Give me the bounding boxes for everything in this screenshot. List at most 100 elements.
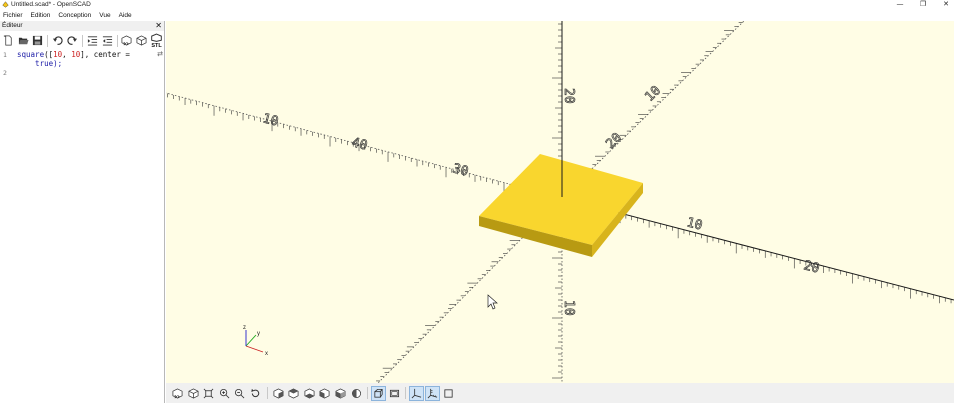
view-toolbar bbox=[166, 383, 954, 403]
word-wrap-icon: ⇄ bbox=[157, 50, 163, 58]
editor-header: Éditeur ✕ bbox=[0, 21, 164, 31]
perspective-button[interactable] bbox=[371, 385, 387, 401]
line-number: 2 bbox=[3, 69, 7, 77]
view-back-button[interactable] bbox=[349, 386, 364, 401]
square-object[interactable] bbox=[479, 154, 643, 257]
minimize-button[interactable]: — bbox=[889, 0, 911, 10]
render-button[interactable] bbox=[134, 33, 149, 48]
render-icon bbox=[188, 388, 199, 398]
render-button[interactable] bbox=[186, 386, 201, 401]
show-axes-icon bbox=[411, 388, 422, 398]
save-icon bbox=[33, 35, 43, 46]
show-scale-markers-button[interactable] bbox=[424, 385, 440, 401]
preview-button[interactable] bbox=[120, 33, 135, 48]
menu-design[interactable]: Conception bbox=[54, 10, 95, 21]
export-stl-button[interactable]: STL bbox=[149, 32, 164, 49]
view-left-icon bbox=[319, 388, 330, 398]
code-punct: ([ bbox=[44, 50, 54, 59]
line-number: 1 bbox=[3, 51, 7, 59]
editor-toolbar: STL bbox=[0, 32, 164, 49]
code-punct: ], center = bbox=[80, 50, 130, 59]
unindent-button[interactable] bbox=[100, 33, 115, 48]
redo-button[interactable] bbox=[65, 33, 80, 48]
scale-label: 20 bbox=[561, 88, 576, 104]
orthogonal-button[interactable] bbox=[387, 386, 402, 401]
open-file-button[interactable] bbox=[16, 33, 31, 48]
orthogonal-icon bbox=[389, 389, 399, 397]
view-front-button[interactable] bbox=[333, 386, 348, 401]
zoom-in-icon bbox=[219, 388, 230, 398]
scale-label: 20 bbox=[603, 130, 625, 152]
new-file-button[interactable] bbox=[1, 33, 16, 48]
window-title: Untitled.scad* - OpenSCAD bbox=[11, 1, 91, 8]
zoom-in-button[interactable] bbox=[217, 386, 232, 401]
show-edges-icon bbox=[443, 388, 453, 398]
code-editor[interactable]: 1 2 square([10, 10], center = true); ⇄ bbox=[0, 50, 164, 403]
preview-button[interactable] bbox=[170, 386, 185, 401]
view-right-icon bbox=[273, 388, 284, 398]
view-bottom-icon bbox=[304, 388, 315, 398]
view-bottom-button[interactable] bbox=[302, 386, 317, 401]
toolbar-separator bbox=[116, 34, 118, 47]
view-front-icon bbox=[335, 388, 346, 398]
render-icon bbox=[136, 35, 147, 46]
show-scale-markers-icon bbox=[427, 388, 438, 398]
reset-view-icon bbox=[251, 388, 260, 397]
view-right-button[interactable] bbox=[271, 386, 286, 401]
code-keyword: true); bbox=[17, 59, 63, 68]
preview-icon bbox=[172, 388, 183, 398]
new-file-icon bbox=[3, 35, 12, 46]
indent-button[interactable] bbox=[85, 33, 100, 48]
gizmo-y-label: y bbox=[257, 331, 260, 337]
redo-icon bbox=[67, 36, 78, 45]
editor-panel: Éditeur ✕ STL 1 2 square([10, 10], cente… bbox=[0, 21, 165, 403]
view-back-icon bbox=[351, 388, 361, 398]
gizmo-y-line bbox=[245, 334, 257, 347]
toolbar-separator bbox=[367, 387, 369, 399]
stl-cube-glyph bbox=[151, 33, 162, 42]
menu-help[interactable]: Aide bbox=[115, 10, 136, 21]
menu-file[interactable]: Fichier bbox=[0, 10, 27, 21]
scale-label: 10 bbox=[561, 300, 576, 316]
title-bar: Untitled.scad* - OpenSCAD — ❐ ✕ bbox=[0, 0, 954, 10]
gizmo-x-label: x bbox=[265, 351, 268, 357]
3d-viewport[interactable]: 10 20 30 40 10 20 10 20 10 x y z bbox=[166, 21, 954, 383]
zoom-out-button[interactable] bbox=[232, 386, 247, 401]
scale-label: 30 bbox=[451, 161, 470, 179]
show-axes-button[interactable] bbox=[409, 385, 425, 401]
view-left-button[interactable] bbox=[317, 386, 332, 401]
toolbar-separator bbox=[405, 387, 407, 399]
menu-view[interactable]: Vue bbox=[95, 10, 114, 21]
maximize-button[interactable]: ❐ bbox=[912, 0, 934, 10]
axes-gizmo: x y z bbox=[243, 325, 268, 357]
toolbar-separator bbox=[47, 34, 49, 47]
view-all-icon bbox=[203, 388, 214, 398]
undo-icon bbox=[53, 36, 63, 45]
view-all-button[interactable] bbox=[201, 386, 216, 401]
toolbar-separator bbox=[266, 387, 268, 399]
export-stl-label: STL bbox=[151, 43, 162, 49]
save-button[interactable] bbox=[31, 33, 46, 48]
line-number-gutter: 1 2 bbox=[0, 50, 14, 403]
open-file-icon bbox=[18, 37, 29, 45]
indent-icon bbox=[87, 36, 97, 46]
scale-label: 20 bbox=[802, 258, 821, 276]
unindent-icon bbox=[102, 36, 112, 46]
show-edges-button[interactable] bbox=[441, 386, 456, 401]
scale-label: 10 bbox=[261, 111, 280, 129]
zoom-out-icon bbox=[235, 388, 245, 398]
menu-edit[interactable]: Edition bbox=[27, 10, 55, 21]
code-text[interactable]: square([10, 10], center = true); bbox=[17, 50, 130, 68]
scale-label: 40 bbox=[350, 135, 369, 153]
gizmo-z-label: z bbox=[243, 325, 246, 331]
view-top-button[interactable] bbox=[286, 386, 301, 401]
editor-close-button[interactable]: ✕ bbox=[155, 21, 162, 31]
code-number: 10 bbox=[53, 50, 63, 59]
reset-view-button[interactable] bbox=[248, 386, 263, 401]
export-stl-icon: STL bbox=[151, 32, 162, 49]
close-window-button[interactable]: ✕ bbox=[935, 0, 954, 10]
undo-button[interactable] bbox=[50, 33, 65, 48]
openscad-window: Untitled.scad* - OpenSCAD — ❐ ✕ Fichier … bbox=[0, 0, 954, 403]
view-top-icon bbox=[288, 388, 299, 398]
editor-title: Éditeur bbox=[2, 22, 23, 29]
